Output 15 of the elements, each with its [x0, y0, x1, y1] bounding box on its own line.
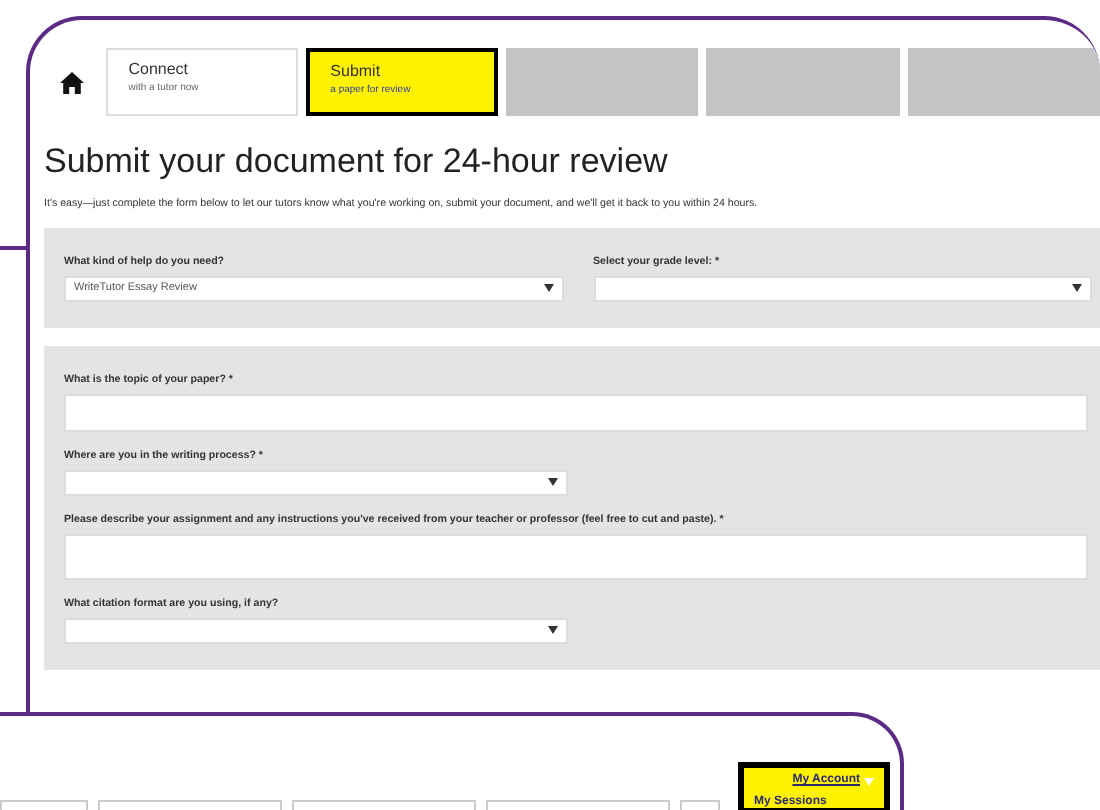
caret-icon [548, 478, 558, 487]
caret-icon [864, 777, 874, 785]
caret-icon [1072, 284, 1082, 293]
home-icon [59, 71, 84, 93]
page-heading: Submit your document for 24-hour review [44, 140, 670, 184]
select-field[interactable] [593, 275, 1092, 302]
nav-tab[interactable] [706, 48, 900, 116]
caret-icon [543, 284, 553, 293]
nav-tab[interactable] [506, 48, 699, 116]
caret-icon [548, 626, 558, 635]
select-field[interactable] [64, 617, 568, 644]
text-area[interactable] [64, 533, 1088, 580]
input-field[interactable] [64, 393, 1088, 432]
select-field[interactable] [64, 469, 568, 496]
nav-tab[interactable] [907, 48, 1100, 116]
